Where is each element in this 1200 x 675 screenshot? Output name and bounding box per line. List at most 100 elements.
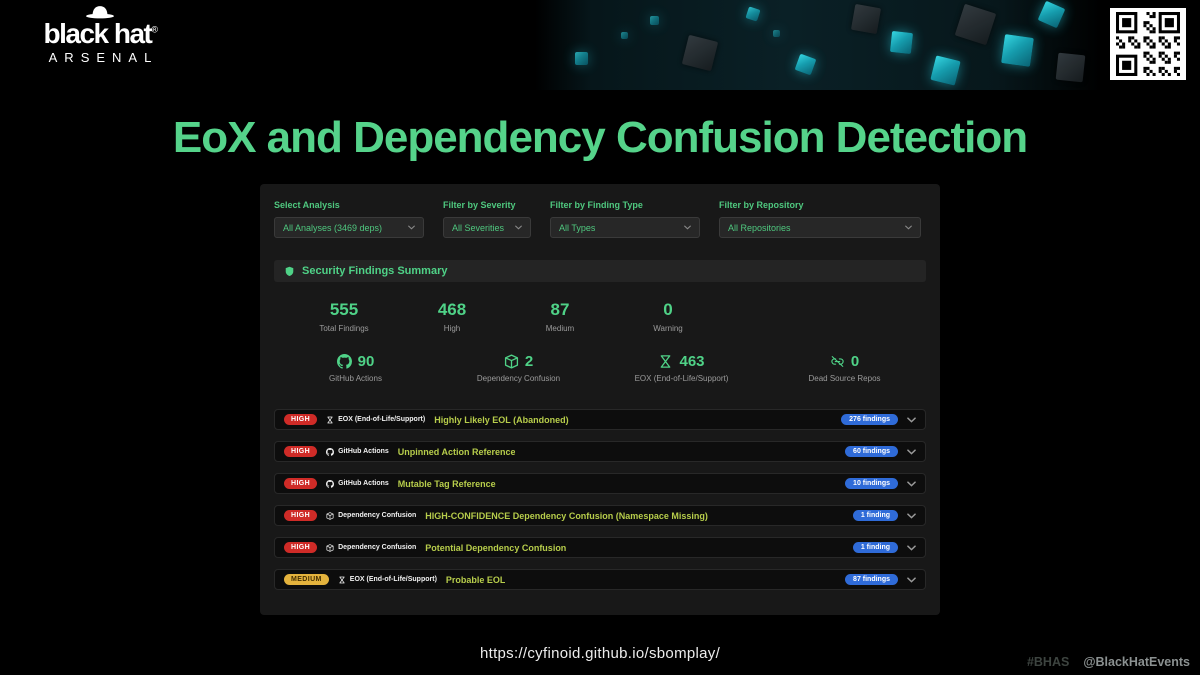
severity-badge: HIGH	[284, 414, 317, 425]
finding-title: Probable EOL	[446, 575, 506, 585]
finding-count-badge: 1 finding	[853, 510, 898, 521]
twitter-handle: @BlackHatEvents	[1083, 655, 1190, 669]
filter-dropdown[interactable]: All Severities	[443, 217, 531, 238]
findings-list: HIGH EOX (End-of-Life/Support) Highly Li…	[274, 409, 926, 590]
social-footer: #BHAS @BlackHatEvents	[1027, 655, 1190, 669]
category-stats-row: 90 GitHub Actions 2 Dependency Confusion…	[274, 353, 926, 383]
stat-value: 87	[518, 300, 602, 320]
finding-count-badge: 10 findings	[845, 478, 898, 489]
qr-code	[1110, 8, 1186, 80]
dropdown-value: All Repositories	[728, 223, 791, 233]
chevron-down-icon[interactable]	[907, 545, 916, 551]
category-stat: 2 Dependency Confusion	[437, 353, 600, 383]
hourglass-icon	[326, 416, 334, 424]
github-icon	[337, 354, 352, 369]
chevron-down-icon	[515, 225, 522, 230]
finding-category: Dependency Confusion	[326, 544, 416, 552]
finding-row[interactable]: HIGH Dependency Confusion HIGH-CONFIDENC…	[274, 505, 926, 526]
github-icon	[326, 480, 334, 488]
chevron-down-icon	[684, 225, 691, 230]
filter-dropdown[interactable]: All Repositories	[719, 217, 921, 238]
chevron-down-icon[interactable]	[907, 481, 916, 487]
link-slash-icon	[830, 354, 845, 369]
summary-stat: 0 Warning	[626, 300, 710, 333]
finding-title: Highly Likely EOL (Abandoned)	[434, 415, 568, 425]
category-stat: 90 GitHub Actions	[274, 353, 437, 383]
stat-value: 2	[525, 353, 533, 370]
finding-category: EOX (End-of-Life/Support)	[326, 416, 425, 424]
github-icon	[326, 448, 334, 456]
stat-label: Warning	[626, 324, 710, 333]
package-icon	[504, 354, 519, 369]
stat-value: 468	[410, 300, 494, 320]
dashboard-panel: Select Analysis All Analyses (3469 deps)…	[260, 184, 940, 615]
finding-title: Potential Dependency Confusion	[425, 543, 566, 553]
dropdown-value: All Types	[559, 223, 595, 233]
finding-count-badge: 1 finding	[853, 542, 898, 553]
finding-title: Unpinned Action Reference	[398, 447, 516, 457]
dropdown-value: All Analyses (3469 deps)	[283, 223, 382, 233]
hourglass-icon	[338, 576, 346, 584]
finding-row[interactable]: HIGH Dependency Confusion Potential Depe…	[274, 537, 926, 558]
finding-category: EOX (End-of-Life/Support)	[338, 576, 437, 584]
filter-label: Select Analysis	[274, 200, 424, 210]
stat-label: GitHub Actions	[274, 374, 437, 383]
stat-value: 0	[626, 300, 710, 320]
project-url: https://cyfinoid.github.io/sbomplay/	[0, 645, 1200, 662]
stat-label: Medium	[518, 324, 602, 333]
finding-category-label: GitHub Actions	[338, 448, 389, 455]
stat-label: EOX (End-of-Life/Support)	[600, 374, 763, 383]
finding-title: HIGH-CONFIDENCE Dependency Confusion (Na…	[425, 511, 708, 521]
stat-label: Total Findings	[302, 324, 386, 333]
filter-label: Filter by Severity	[443, 200, 531, 210]
finding-category-label: GitHub Actions	[338, 480, 389, 487]
finding-row[interactable]: HIGH GitHub Actions Unpinned Action Refe…	[274, 441, 926, 462]
filter-group: Filter by Repository All Repositories	[719, 200, 921, 238]
chevron-down-icon[interactable]	[907, 417, 916, 423]
stat-value: 555	[302, 300, 386, 320]
filter-label: Filter by Finding Type	[550, 200, 700, 210]
chevron-down-icon[interactable]	[907, 513, 916, 519]
finding-category: GitHub Actions	[326, 448, 389, 456]
chevron-down-icon[interactable]	[907, 577, 916, 583]
package-icon	[326, 544, 334, 552]
finding-category-label: Dependency Confusion	[338, 512, 416, 519]
severity-badge: HIGH	[284, 542, 317, 553]
stat-label: Dependency Confusion	[437, 374, 600, 383]
finding-category-label: EOX (End-of-Life/Support)	[350, 576, 437, 583]
finding-row[interactable]: HIGH GitHub Actions Mutable Tag Referenc…	[274, 473, 926, 494]
chevron-down-icon	[408, 225, 415, 230]
filter-dropdown[interactable]: All Types	[550, 217, 700, 238]
filter-group: Filter by Severity All Severities	[443, 200, 531, 238]
finding-row[interactable]: HIGH EOX (End-of-Life/Support) Highly Li…	[274, 409, 926, 430]
finding-count-badge: 60 findings	[845, 446, 898, 457]
hat-icon	[85, 5, 115, 19]
header-banner: black hat® ARSENAL	[0, 0, 1200, 90]
summary-header: Security Findings Summary	[274, 260, 926, 282]
stat-value: 463	[679, 353, 704, 370]
dropdown-value: All Severities	[452, 223, 504, 233]
finding-category: GitHub Actions	[326, 480, 389, 488]
event-hashtag: #BHAS	[1027, 655, 1069, 669]
finding-category-label: EOX (End-of-Life/Support)	[338, 416, 425, 423]
slide: black hat® ARSENAL EoX and Dependency Co…	[0, 0, 1200, 675]
stats-row: 555 Total Findings 468 High 87 Medium 0 …	[274, 300, 926, 333]
finding-category: Dependency Confusion	[326, 512, 416, 520]
page-title: EoX and Dependency Confusion Detection	[0, 113, 1200, 163]
chevron-down-icon	[905, 225, 912, 230]
stat-value: 90	[358, 353, 375, 370]
filter-group: Select Analysis All Analyses (3469 deps)	[274, 200, 424, 238]
category-stat: 0 Dead Source Repos	[763, 353, 926, 383]
finding-row[interactable]: MEDIUM EOX (End-of-Life/Support) Probabl…	[274, 569, 926, 590]
severity-badge: MEDIUM	[284, 574, 329, 585]
summary-title: Security Findings Summary	[302, 265, 447, 277]
brand-subtitle: ARSENAL	[14, 50, 186, 65]
severity-badge: HIGH	[284, 478, 317, 489]
finding-count-badge: 87 findings	[845, 574, 898, 585]
chevron-down-icon[interactable]	[907, 449, 916, 455]
finding-category-label: Dependency Confusion	[338, 544, 416, 551]
banner-artwork	[535, 0, 1100, 90]
filter-label: Filter by Repository	[719, 200, 921, 210]
filter-dropdown[interactable]: All Analyses (3469 deps)	[274, 217, 424, 238]
finding-count-badge: 276 findings	[841, 414, 898, 425]
